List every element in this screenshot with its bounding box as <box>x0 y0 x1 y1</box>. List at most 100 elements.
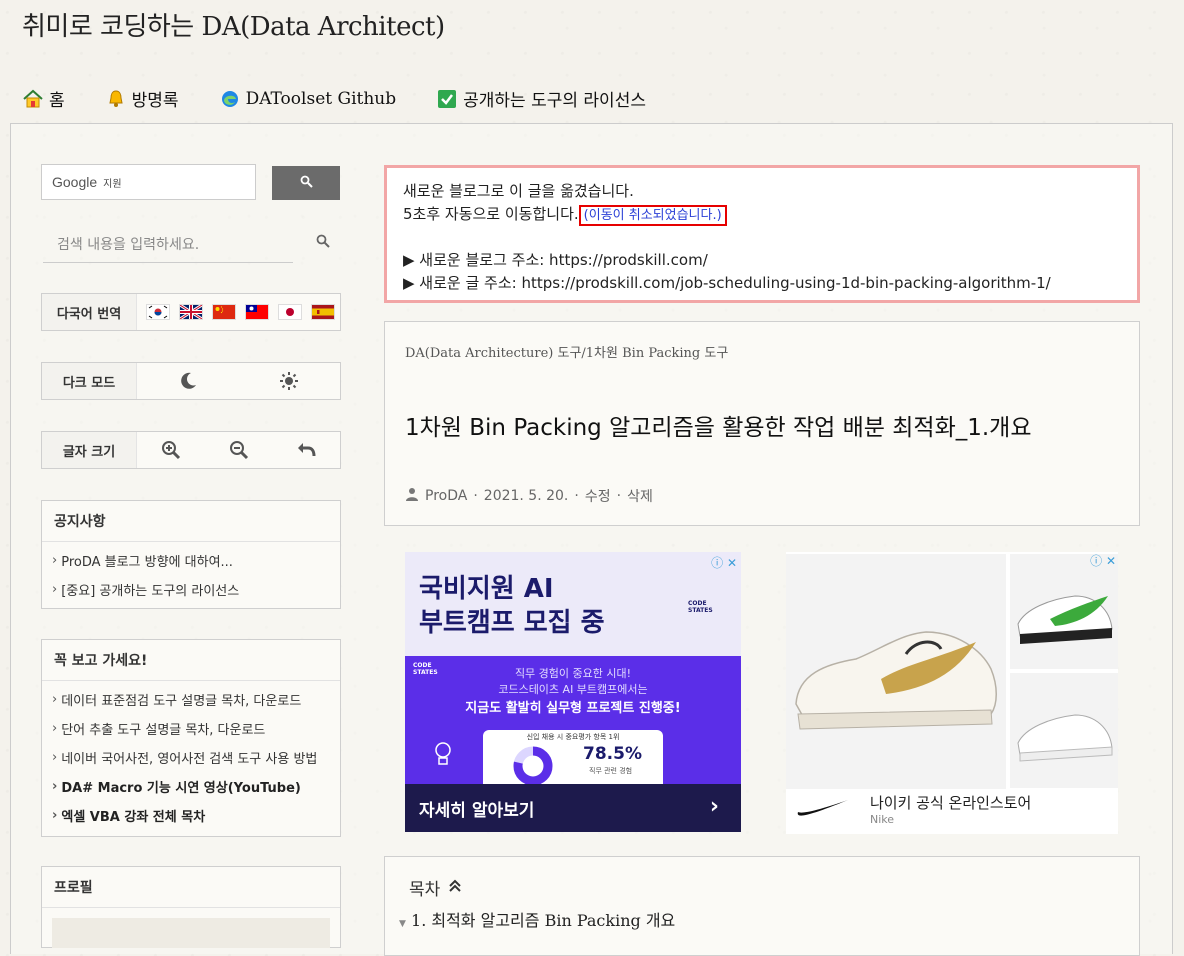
google-search-input[interactable]: Google 지원 <box>41 164 256 200</box>
ad-sub: Nike <box>870 813 895 826</box>
bootcamp-ad[interactable]: 국비지원 AI 부트캠프 모집 중 CODE STATES ⓘ ✕ CODE S… <box>405 552 741 832</box>
nav-guestbook[interactable]: 방명록 <box>105 86 179 111</box>
notice-item[interactable]: ProDA 블로그 방향에 대하여... <box>42 546 340 575</box>
notice-line1: 새로운 블로그로 이 글을 옮겼습니다. <box>403 182 634 200</box>
ad-stat-sub: 직무 관련 경험 <box>589 767 633 775</box>
fontsize-label: 글자 크기 <box>42 432 137 468</box>
meta-separator: · <box>473 488 478 504</box>
notice-title: 공지사항 <box>42 501 340 542</box>
edge-icon <box>219 88 241 110</box>
ad-info-icon[interactable]: ⓘ ✕ <box>711 554 737 571</box>
mustsee-item[interactable]: 엑셀 VBA 강좌 전체 목차 <box>42 801 340 830</box>
mustsee-item[interactable]: 단어 추출 도구 설명글 목차, 다운로드 <box>42 714 340 743</box>
blog-search-button[interactable] <box>316 234 334 252</box>
flag-japan-icon[interactable] <box>278 304 302 320</box>
caret-down-icon: ▼ <box>399 919 406 929</box>
delete-link[interactable]: 삭제 <box>627 486 653 506</box>
google-brand: Google <box>52 174 98 190</box>
ad-stat-title: 신입 채용 시 중요평가 항목 1위 <box>526 733 620 741</box>
meta-separator: · <box>574 488 579 504</box>
ad-title: 나이키 공식 온라인스토어 <box>870 794 1032 812</box>
ad-cta: 자세히 알아보기 <box>419 800 535 821</box>
sneaker-thumb-green <box>1017 595 1113 644</box>
ad-body-1: 직무 경험이 중요한 시대! <box>514 667 632 680</box>
ad-body-3: 지금도 활발히 실무형 프로젝트 진행중! <box>465 701 681 716</box>
translate-label: 다국어 번역 <box>42 294 137 330</box>
nav-home-label: 홈 <box>49 91 65 111</box>
search-icon <box>316 234 330 248</box>
blog-search-input[interactable]: 검색 내용을 입력하세요. <box>43 228 293 263</box>
mustsee-widget: 꼭 보고 가세요! 데이터 표준점검 도구 설명글 목차, 다운로드 단어 추출… <box>41 639 341 837</box>
nike-ad[interactable]: ⓘ ✕ 나이키 공식 온라인스토어 Nike <box>786 552 1118 834</box>
notice-line2-row: 5초후 자동으로 이동합니다. (이동이 취소되었습니다.) <box>403 203 1121 227</box>
mustsee-item[interactable]: DA# Macro 기능 시연 영상(YouTube) <box>42 772 340 801</box>
site-title[interactable]: 취미로 코딩하는 DA(Data Architect) <box>22 6 445 43</box>
post-header: DA(Data Architecture) 도구/1차원 Bin Packing… <box>384 321 1140 526</box>
ad-body-2: 코드스테이츠 AI 부트캠프에서는 <box>498 683 648 696</box>
flag-taiwan-icon[interactable] <box>245 304 269 320</box>
flag-china-icon[interactable] <box>212 304 236 320</box>
ad-stat-card: 신입 채용 시 중요평가 항목 1위 78.5% 직무 관련 경험 <box>483 730 663 790</box>
blog-search-placeholder: 검색 내용을 입력하세요. <box>57 237 200 253</box>
translate-widget: 다국어 번역 <box>41 293 341 331</box>
sun-icon[interactable] <box>239 371 341 391</box>
ad-info-icon[interactable]: ⓘ ✕ <box>1090 552 1116 569</box>
mustsee-item[interactable]: 네이버 국어사전, 영어사전 검색 도구 사용 방법 <box>42 743 340 772</box>
nav-license-label: 공개하는 도구의 라이선스 <box>463 91 646 111</box>
new-post-address[interactable]: ▶ 새로운 글 주소: https://prodskill.com/job-sc… <box>403 272 1121 295</box>
notice-line2: 5초후 자동으로 이동합니다. <box>403 205 579 223</box>
flag-uk-icon[interactable] <box>179 304 203 320</box>
post-date: 2021. 5. 20. <box>483 488 569 504</box>
google-search-button[interactable] <box>272 166 340 200</box>
ad-thumb-2 <box>1010 673 1118 788</box>
mustsee-title: 꼭 보고 가세요! <box>42 640 340 681</box>
ad-headline-1: 국비지원 AI <box>419 574 554 604</box>
chevron-right-icon: › <box>709 794 719 819</box>
nav-github[interactable]: DAToolset Github <box>219 86 397 111</box>
new-blog-address[interactable]: ▶ 새로운 블로그 주소: https://prodskill.com/ <box>403 249 1121 272</box>
toc-header[interactable]: 목차 <box>409 875 462 900</box>
table-of-contents: 목차 ▼ 1. 최적화 알고리즘 Bin Packing 개요 <box>384 856 1140 956</box>
ad-cta-bar[interactable]: 자세히 알아보기 › <box>405 784 741 832</box>
ad-header: 국비지원 AI 부트캠프 모집 중 CODE STATES ⓘ ✕ <box>405 552 741 656</box>
notice-item[interactable]: [중요] 공개하는 도구의 라이선스 <box>42 575 340 604</box>
profile-title: 프로필 <box>42 867 340 908</box>
mustsee-item[interactable]: 데이터 표준점검 도구 설명글 목차, 다운로드 <box>42 685 340 714</box>
nav-home[interactable]: 홈 <box>22 86 65 111</box>
moon-icon[interactable] <box>137 371 239 391</box>
darkmode-widget: 다크 모드 <box>41 362 341 400</box>
redirect-cancelled-link[interactable]: (이동이 취소되었습니다.) <box>578 205 727 226</box>
ad-headline: 국비지원 AI 부트캠프 모집 중 <box>419 572 605 640</box>
nav-guestbook-label: 방명록 <box>131 91 179 111</box>
sneaker-image <box>795 631 997 730</box>
post-category[interactable]: DA(Data Architecture) 도구/1차원 Bin Packing… <box>405 342 728 361</box>
bell-icon <box>105 88 127 110</box>
user-icon <box>405 487 419 505</box>
toc-title: 목차 <box>409 880 441 900</box>
moved-notice: 새로운 블로그로 이 글을 옮겼습니다. 5초후 자동으로 이동합니다. (이동이… <box>384 165 1140 303</box>
edit-link[interactable]: 수정 <box>585 486 611 506</box>
ad-thumb-1 <box>1010 554 1118 669</box>
ad-body: 직무 경험이 중요한 시대! 코드스테이츠 AI 부트캠프에서는 지금도 활발히… <box>405 666 741 717</box>
profile-image <box>52 918 330 948</box>
zoom-out-icon[interactable] <box>205 440 273 460</box>
reset-icon[interactable] <box>272 440 340 460</box>
meta-separator: · <box>616 488 622 504</box>
ad-headline-2: 부트캠프 모집 중 <box>419 608 605 638</box>
fontsize-widget: 글자 크기 <box>41 431 341 469</box>
top-nav: 홈 방명록 DAToolset Github 공개하는 도구의 라이선스 <box>22 86 686 111</box>
toc-item-label: 1. 최적화 알고리즘 Bin Packing 개요 <box>411 911 676 930</box>
ad-stat-value: 78.5% <box>583 744 642 764</box>
google-tag: 지원 <box>103 178 122 190</box>
search-icon <box>300 175 313 192</box>
flag-korea-icon[interactable] <box>146 304 170 320</box>
flag-spain-icon[interactable] <box>311 304 335 320</box>
profile-widget: 프로필 <box>41 866 341 948</box>
nike-logo-icon <box>797 800 848 816</box>
zoom-in-icon[interactable] <box>137 440 205 460</box>
nav-license[interactable]: 공개하는 도구의 라이선스 <box>436 86 646 111</box>
notice-widget: 공지사항 ProDA 블로그 방향에 대하여... [중요] 공개하는 도구의 … <box>41 500 341 609</box>
nav-github-label: DAToolset Github <box>245 88 397 109</box>
toc-item[interactable]: ▼ 1. 최적화 알고리즘 Bin Packing 개요 <box>399 907 675 931</box>
home-icon <box>22 88 44 110</box>
